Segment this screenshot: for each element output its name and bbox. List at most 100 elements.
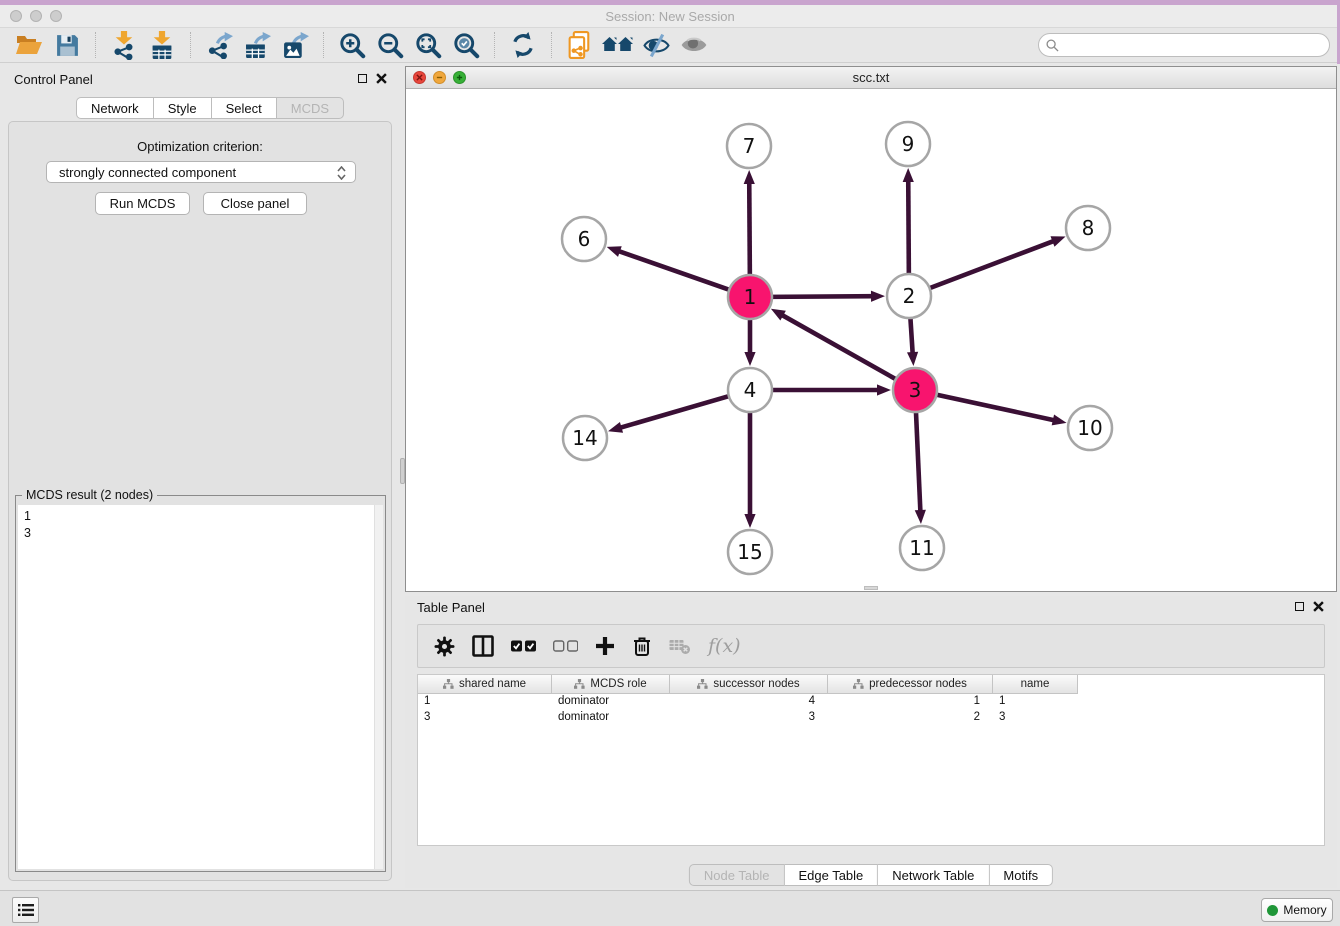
close-panel-button[interactable]: Close panel: [203, 192, 307, 215]
control-panel: Control Panel Network Style Select MCDS …: [0, 63, 400, 888]
cell-mcds-role: dominator: [552, 710, 670, 726]
tab-edge-table[interactable]: Edge Table: [784, 864, 878, 886]
float-window-icon: [1295, 602, 1304, 611]
select-all-button[interactable]: [507, 631, 540, 661]
tab-node-table[interactable]: Node Table: [689, 864, 785, 886]
column-settings-button[interactable]: [430, 631, 459, 661]
graph-edge-3-1[interactable]: [780, 314, 897, 380]
new-network-from-selection-button[interactable]: [564, 30, 596, 60]
control-panel-close-button[interactable]: [376, 73, 387, 84]
zoom-fit-button[interactable]: [412, 30, 444, 60]
unchecked-checkboxes-icon: [553, 640, 578, 652]
import-network-icon: [111, 31, 137, 60]
toolbar-separator: [494, 32, 495, 58]
titlebar: Session: New Session: [0, 5, 1340, 28]
graph-node-label: 3: [909, 378, 922, 402]
tab-network[interactable]: Network: [76, 97, 154, 119]
first-neighbors-button[interactable]: [602, 30, 634, 60]
tab-network-table[interactable]: Network Table: [878, 864, 989, 886]
graph-edge-2-3[interactable]: [910, 316, 912, 355]
network-graph: 7968124314101511: [406, 89, 1336, 591]
column-header-name[interactable]: name: [993, 675, 1078, 694]
table-panel-float-button[interactable]: [1294, 601, 1305, 612]
task-history-button[interactable]: [12, 897, 39, 923]
status-bar: Memory: [0, 890, 1340, 926]
eye-slash-icon: [642, 33, 671, 58]
graph-node-label: 9: [902, 132, 915, 156]
mcds-result-group: MCDS result (2 nodes) 1 3: [15, 495, 386, 872]
column-header-predecessor-nodes[interactable]: predecessor nodes: [828, 675, 993, 694]
node-table[interactable]: shared name MCDS role successor nodes pr…: [417, 674, 1325, 846]
graph-node-label: 8: [1082, 216, 1095, 240]
import-table-button[interactable]: [146, 30, 178, 60]
toolbar-separator: [551, 32, 552, 58]
zoom-selected-button[interactable]: [450, 30, 482, 60]
column-type-icon: [853, 679, 864, 689]
column-header-mcds-role[interactable]: MCDS role: [552, 675, 670, 694]
column-header-successor-nodes[interactable]: successor nodes: [670, 675, 828, 694]
table-panel-close-button[interactable]: [1313, 601, 1324, 612]
graph-edge-2-8[interactable]: [928, 240, 1056, 288]
dropdown-value: strongly connected component: [59, 165, 236, 180]
run-mcds-button[interactable]: Run MCDS: [95, 192, 190, 215]
network-resize-grip[interactable]: [864, 586, 878, 590]
zoom-in-button[interactable]: [336, 30, 368, 60]
search-input[interactable]: [1064, 38, 1314, 52]
control-panel-float-button[interactable]: [357, 73, 368, 84]
memory-button[interactable]: Memory: [1261, 898, 1333, 922]
delete-column-button[interactable]: [628, 631, 656, 661]
table-header: shared name MCDS role successor nodes pr…: [418, 675, 1324, 694]
column-header-shared-name[interactable]: shared name: [418, 675, 552, 694]
delete-table-button[interactable]: [665, 631, 695, 661]
export-image-button[interactable]: [279, 30, 311, 60]
column-type-icon: [443, 679, 454, 689]
mcds-result-title: MCDS result (2 nodes): [22, 488, 157, 502]
graph-node-label: 15: [737, 540, 762, 564]
graph-edge-1-6[interactable]: [617, 251, 731, 291]
graph-edge-1-2[interactable]: [770, 296, 874, 297]
network-canvas[interactable]: 7968124314101511: [406, 89, 1336, 591]
optimization-criterion-dropdown[interactable]: strongly connected component: [46, 161, 356, 183]
show-all-button[interactable]: [678, 30, 710, 60]
delete-table-icon: [669, 637, 691, 655]
network-window-titlebar[interactable]: scc.txt: [406, 67, 1336, 89]
graph-edge-2-9[interactable]: [908, 179, 909, 276]
graph-node-label: 10: [1077, 416, 1102, 440]
graph-edge-3-10[interactable]: [935, 394, 1056, 420]
tab-style[interactable]: Style: [154, 97, 212, 119]
tab-motifs[interactable]: Motifs: [989, 864, 1053, 886]
graph-edge-3-11[interactable]: [916, 410, 921, 513]
hide-selected-button[interactable]: [640, 30, 672, 60]
cell-successor-nodes: 4: [670, 694, 828, 710]
search-field[interactable]: [1038, 33, 1330, 57]
column-layout-button[interactable]: [468, 631, 498, 661]
add-column-button[interactable]: [591, 631, 619, 661]
graph-edge-4-14[interactable]: [619, 396, 731, 429]
export-network-icon: [206, 32, 233, 59]
optimization-criterion-label: Optimization criterion:: [9, 139, 391, 154]
open-session-button[interactable]: [13, 30, 45, 60]
mcds-result-area[interactable]: 1 3: [18, 505, 383, 869]
apply-layout-button[interactable]: [507, 30, 539, 60]
toolbar-separator: [323, 32, 324, 58]
zoom-out-button[interactable]: [374, 30, 406, 60]
export-table-button[interactable]: [241, 30, 273, 60]
save-session-button[interactable]: [51, 30, 83, 60]
graph-edge-1-7[interactable]: [749, 181, 750, 277]
table-row[interactable]: 3 dominator 3 2 3: [418, 710, 1324, 726]
graph-node-label: 1: [744, 285, 757, 309]
graph-edge-arrowhead: [877, 384, 891, 395]
tab-select[interactable]: Select: [212, 97, 277, 119]
graph-edge-arrowhead: [744, 352, 755, 366]
tab-mcds[interactable]: MCDS: [277, 97, 344, 119]
toolbar-separator: [95, 32, 96, 58]
graph-edge-arrowhead: [907, 352, 918, 366]
function-builder-button[interactable]: f(x): [704, 631, 745, 661]
table-row[interactable]: 1 dominator 4 1 1: [418, 694, 1324, 710]
export-network-button[interactable]: [203, 30, 235, 60]
deselect-all-button[interactable]: [549, 631, 582, 661]
main-toolbar: [0, 28, 1340, 63]
graph-node-label: 7: [743, 134, 756, 158]
result-scrollbar[interactable]: [374, 505, 383, 869]
import-network-button[interactable]: [108, 30, 140, 60]
